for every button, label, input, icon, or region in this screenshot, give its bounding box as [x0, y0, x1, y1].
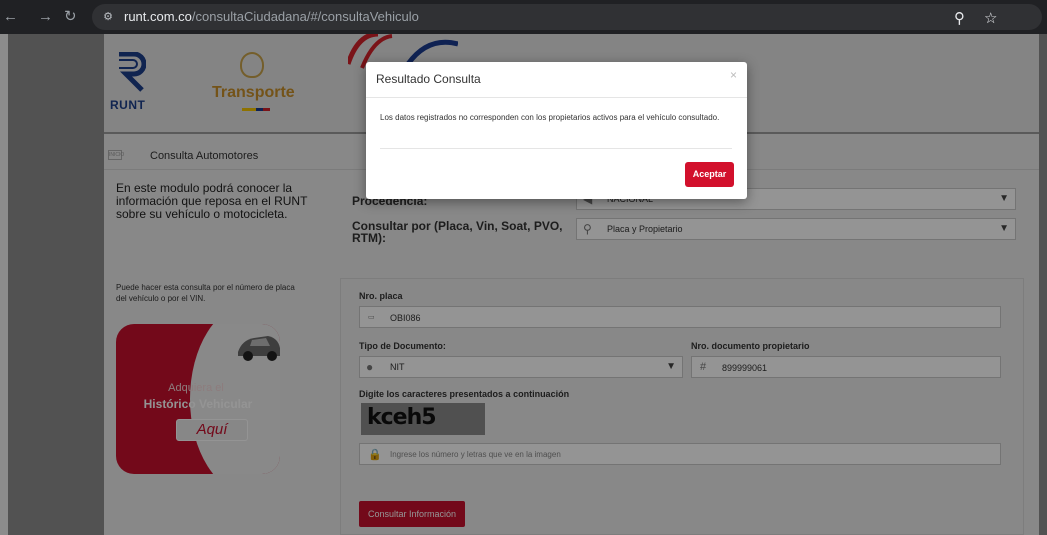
browser-toolbar: ← → ↻ ⚙ runt.com.co/consultaCiudadana/#/… [0, 0, 1047, 34]
close-icon[interactable]: × [730, 68, 737, 82]
address-bar[interactable]: ⚙ runt.com.co/consultaCiudadana/#/consul… [92, 4, 1042, 30]
url-path: /consultaCiudadana/#/consultaVehiculo [191, 9, 419, 24]
back-icon[interactable]: ← [3, 9, 18, 25]
modal-divider [380, 148, 732, 149]
site-info-icon[interactable]: ⚙ [101, 10, 115, 24]
forward-icon[interactable]: → [38, 9, 53, 25]
modal-message: Los datos registrados no corresponden co… [380, 113, 720, 122]
aceptar-button[interactable]: Aceptar [685, 162, 734, 187]
url-host: runt.com.co [124, 9, 192, 24]
zoom-icon[interactable]: ⚲ [954, 9, 965, 27]
modal-title: Resultado Consulta [376, 72, 481, 86]
url-text[interactable]: runt.com.co/consultaCiudadana/#/consulta… [124, 9, 419, 24]
modal-divider [366, 97, 747, 98]
bookmark-star-icon[interactable]: ☆ [984, 9, 997, 27]
reload-icon[interactable]: ↻ [64, 9, 77, 25]
result-modal: Resultado Consulta × Los datos registrad… [366, 62, 747, 199]
